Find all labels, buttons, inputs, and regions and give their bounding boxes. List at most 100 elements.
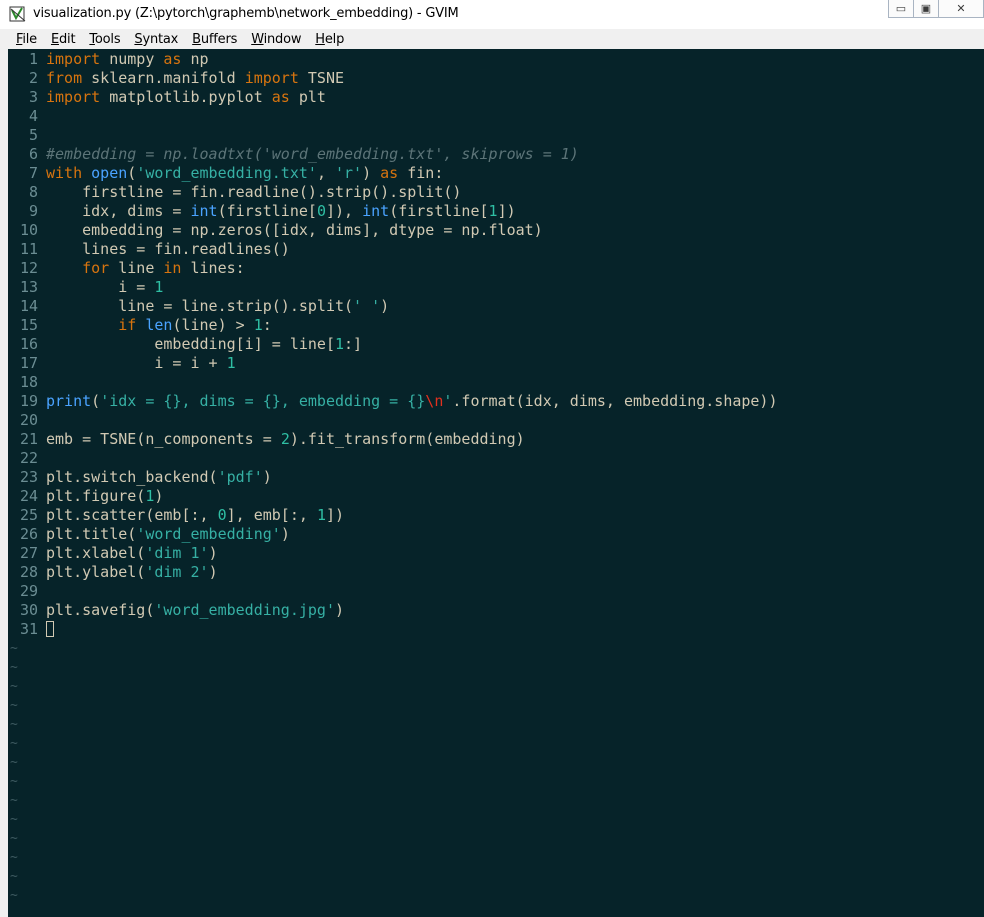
code-token: line <box>109 259 164 277</box>
code-line[interactable]: 9 idx, dims = int(firstline[0]), int(fir… <box>8 202 516 221</box>
menu-bar: File Edit Tools Syntax Buffers Window Help <box>8 29 984 50</box>
code-line[interactable]: 7 with open('word_embedding.txt', 'r') as… <box>8 164 443 183</box>
menu-file[interactable]: File <box>8 32 43 47</box>
code-token: as <box>163 50 182 68</box>
code-line[interactable]: 5 <box>8 126 46 145</box>
code-token: matplotlib.pyplot <box>100 88 272 106</box>
code-token: (line) > <box>172 316 254 334</box>
close-button[interactable]: ✕ <box>938 0 984 18</box>
code-token: ) <box>280 525 290 543</box>
line-number: 22 <box>19 449 38 467</box>
minimize-button[interactable]: ▭ <box>888 0 914 18</box>
menu-mnemonic: B <box>192 31 201 47</box>
menu-buffers[interactable]: Buffers <box>184 32 243 47</box>
empty-line-marker: ~ <box>10 736 18 751</box>
code-line[interactable]: 20 <box>8 411 46 430</box>
code-line[interactable]: 12 for line in lines: <box>8 259 245 278</box>
code-line[interactable]: 17 i = i + 1 <box>8 354 236 373</box>
code-token: lines: <box>181 259 245 277</box>
code-line[interactable]: 31 <box>8 620 54 639</box>
code-token: ) <box>335 601 345 619</box>
code-token: ) <box>208 563 218 581</box>
code-line[interactable]: 6 #embedding = np.loadtxt('word_embedding… <box>8 145 579 164</box>
code-token: ).fit_transform(embedding) <box>289 430 525 448</box>
line-number: 26 <box>19 525 38 543</box>
code-line[interactable]: 13 i = 1 <box>8 278 163 297</box>
line-number: 3 <box>28 88 38 106</box>
code-line[interactable]: 3 import matplotlib.pyplot as plt <box>8 88 326 107</box>
code-token: ) <box>154 487 164 505</box>
menu-mnemonic: E <box>50 31 59 47</box>
code-token: ]), <box>325 202 363 220</box>
menu-window[interactable]: Window <box>243 32 307 47</box>
code-token: ]) <box>325 506 345 524</box>
code-line[interactable]: 21 emb = TSNE(n_components = 2).fit_trans… <box>8 430 525 449</box>
code-token: 1 <box>226 354 236 372</box>
code-line[interactable]: 15 if len(line) > 1: <box>8 316 272 335</box>
code-line[interactable]: 22 <box>8 449 46 468</box>
line-number: 30 <box>19 601 38 619</box>
code-token: ) <box>262 468 272 486</box>
minimize-icon: ▭ <box>895 3 907 15</box>
menu-syntax[interactable]: Syntax <box>126 32 184 47</box>
code-token: 1 <box>488 202 498 220</box>
empty-line-marker: ~ <box>10 774 18 789</box>
code-line[interactable]: 30 plt.savefig('word_embedding.jpg') <box>8 601 344 620</box>
code-line[interactable]: 16 embedding[i] = line[1:] <box>8 335 362 354</box>
code-token: plt.scatter(emb[:, <box>46 506 218 524</box>
code-line[interactable]: 1 import numpy as np <box>8 50 209 69</box>
line-number: 8 <box>28 183 38 201</box>
line-number: 28 <box>19 563 38 581</box>
code-line[interactable]: 23 plt.switch_backend('pdf') <box>8 468 272 487</box>
code-token: numpy <box>100 50 164 68</box>
code-line[interactable]: 8 firstline = fin.readline().strip().spl… <box>8 183 461 202</box>
code-token: ) <box>208 544 218 562</box>
menu-tools[interactable]: Tools <box>81 32 126 47</box>
code-token: plt <box>289 88 326 106</box>
menu-edit[interactable]: Edit <box>43 32 81 47</box>
code-token: if <box>118 316 137 334</box>
code-token: ) <box>362 164 381 182</box>
code-line[interactable]: 19 print('idx = {}, dims = {}, embedding … <box>8 392 778 411</box>
editor-area[interactable]: 1 import numpy as np 2 from sklearn.manifol… <box>8 49 984 917</box>
code-token: import <box>244 69 299 87</box>
code-token: 'r' <box>335 164 363 182</box>
code-line[interactable]: 14 line = line.strip().split(' ') <box>8 297 389 316</box>
line-number: 17 <box>19 354 38 372</box>
code-token: plt.figure( <box>46 487 146 505</box>
code-line[interactable]: 29 <box>8 582 46 601</box>
code-token: 'word_embedding.jpg' <box>154 601 335 619</box>
line-number: 27 <box>19 544 38 562</box>
code-token: embedding[i] = line[ <box>46 335 335 353</box>
code-line[interactable]: 4 <box>8 107 46 126</box>
code-token: TSNE <box>298 69 345 87</box>
line-number: 16 <box>19 335 38 353</box>
maximize-button[interactable]: ▣ <box>913 0 939 18</box>
code-token: fin: <box>398 164 444 182</box>
code-token: #embedding = np.loadtxt('word_embedding.… <box>46 145 579 163</box>
code-line[interactable]: 26 plt.title('word_embedding') <box>8 525 290 544</box>
code-line[interactable]: 25 plt.scatter(emb[:, 0], emb[:, 1]) <box>8 506 344 525</box>
menu-help[interactable]: Help <box>307 32 350 47</box>
code-line[interactable]: 27 plt.xlabel('dim 1') <box>8 544 218 563</box>
window-title: visualization.py (Z:\pytorch\graphemb\ne… <box>33 6 459 21</box>
empty-line-marker: ~ <box>10 698 18 713</box>
code-token: int <box>190 202 218 220</box>
line-number: 18 <box>19 373 38 391</box>
menu-mnemonic: H <box>315 31 325 47</box>
code-token: sklearn.manifold <box>82 69 245 87</box>
code-line[interactable]: 11 lines = fin.readlines() <box>8 240 290 259</box>
code-line[interactable]: 18 <box>8 373 46 392</box>
code-token: as <box>380 164 399 182</box>
code-token: \n <box>425 392 444 410</box>
code-line[interactable]: 24 plt.figure(1) <box>8 487 163 506</box>
code-token: np <box>181 50 209 68</box>
code-line[interactable]: 10 embedding = np.zeros([idx, dims], dty… <box>8 221 543 240</box>
code-line[interactable]: 2 from sklearn.manifold import TSNE <box>8 69 344 88</box>
code-line[interactable]: 28 plt.ylabel('dim 2') <box>8 563 218 582</box>
empty-line-marker: ~ <box>10 888 18 903</box>
code-token: 1 <box>316 506 326 524</box>
empty-line-marker: ~ <box>10 850 18 865</box>
